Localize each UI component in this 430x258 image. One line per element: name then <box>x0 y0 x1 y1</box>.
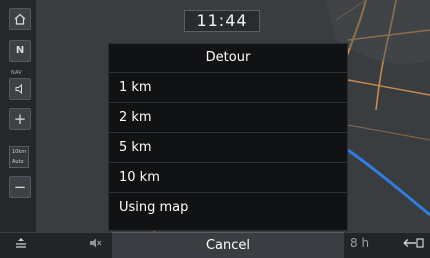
north-badge: N <box>15 45 25 56</box>
nav-volume-button[interactable] <box>9 78 31 100</box>
menu-icon <box>16 238 26 248</box>
zoom-in-button[interactable]: + <box>9 108 31 130</box>
detour-option-5km[interactable]: 5 km <box>109 132 347 162</box>
distance-fragment: 8 h <box>350 236 370 250</box>
cancel-button[interactable]: Cancel <box>112 232 344 258</box>
detour-option-using-map[interactable]: Using map <box>109 192 347 222</box>
north-up-button[interactable]: N <box>9 40 31 62</box>
detour-option-10km[interactable]: 10 km <box>109 162 347 192</box>
zoom-out-button[interactable]: − <box>9 176 31 198</box>
side-control-strip: N NAV + 10km Auto − <box>0 0 36 236</box>
back-button[interactable] <box>402 237 424 252</box>
nav-caption: NAV <box>11 70 22 76</box>
plus-icon: + <box>13 109 27 128</box>
mute-icon <box>90 238 102 248</box>
popup-title: Detour <box>205 50 251 65</box>
detour-option-1km[interactable]: 1 km <box>109 72 347 102</box>
home-button[interactable] <box>9 8 31 30</box>
minus-icon: − <box>13 177 27 196</box>
map-scale-indicator[interactable]: 10km Auto <box>9 146 29 168</box>
home-icon <box>14 13 26 25</box>
speaker-icon <box>15 83 22 95</box>
navigation-screen: N NAV + 10km Auto − 11:44 Detour 1 km 2 … <box>0 0 430 258</box>
detour-option-2km[interactable]: 2 km <box>109 102 347 132</box>
scale-value: 10km <box>12 149 27 155</box>
back-arrow-icon <box>403 238 424 248</box>
detour-popup: Detour 1 km 2 km 5 km 10 km Using map <box>108 43 348 231</box>
clock-display: 11:44 <box>184 10 260 32</box>
menu-button[interactable] <box>14 237 28 252</box>
scale-mode: Auto <box>12 159 24 165</box>
mute-button[interactable] <box>88 237 102 252</box>
